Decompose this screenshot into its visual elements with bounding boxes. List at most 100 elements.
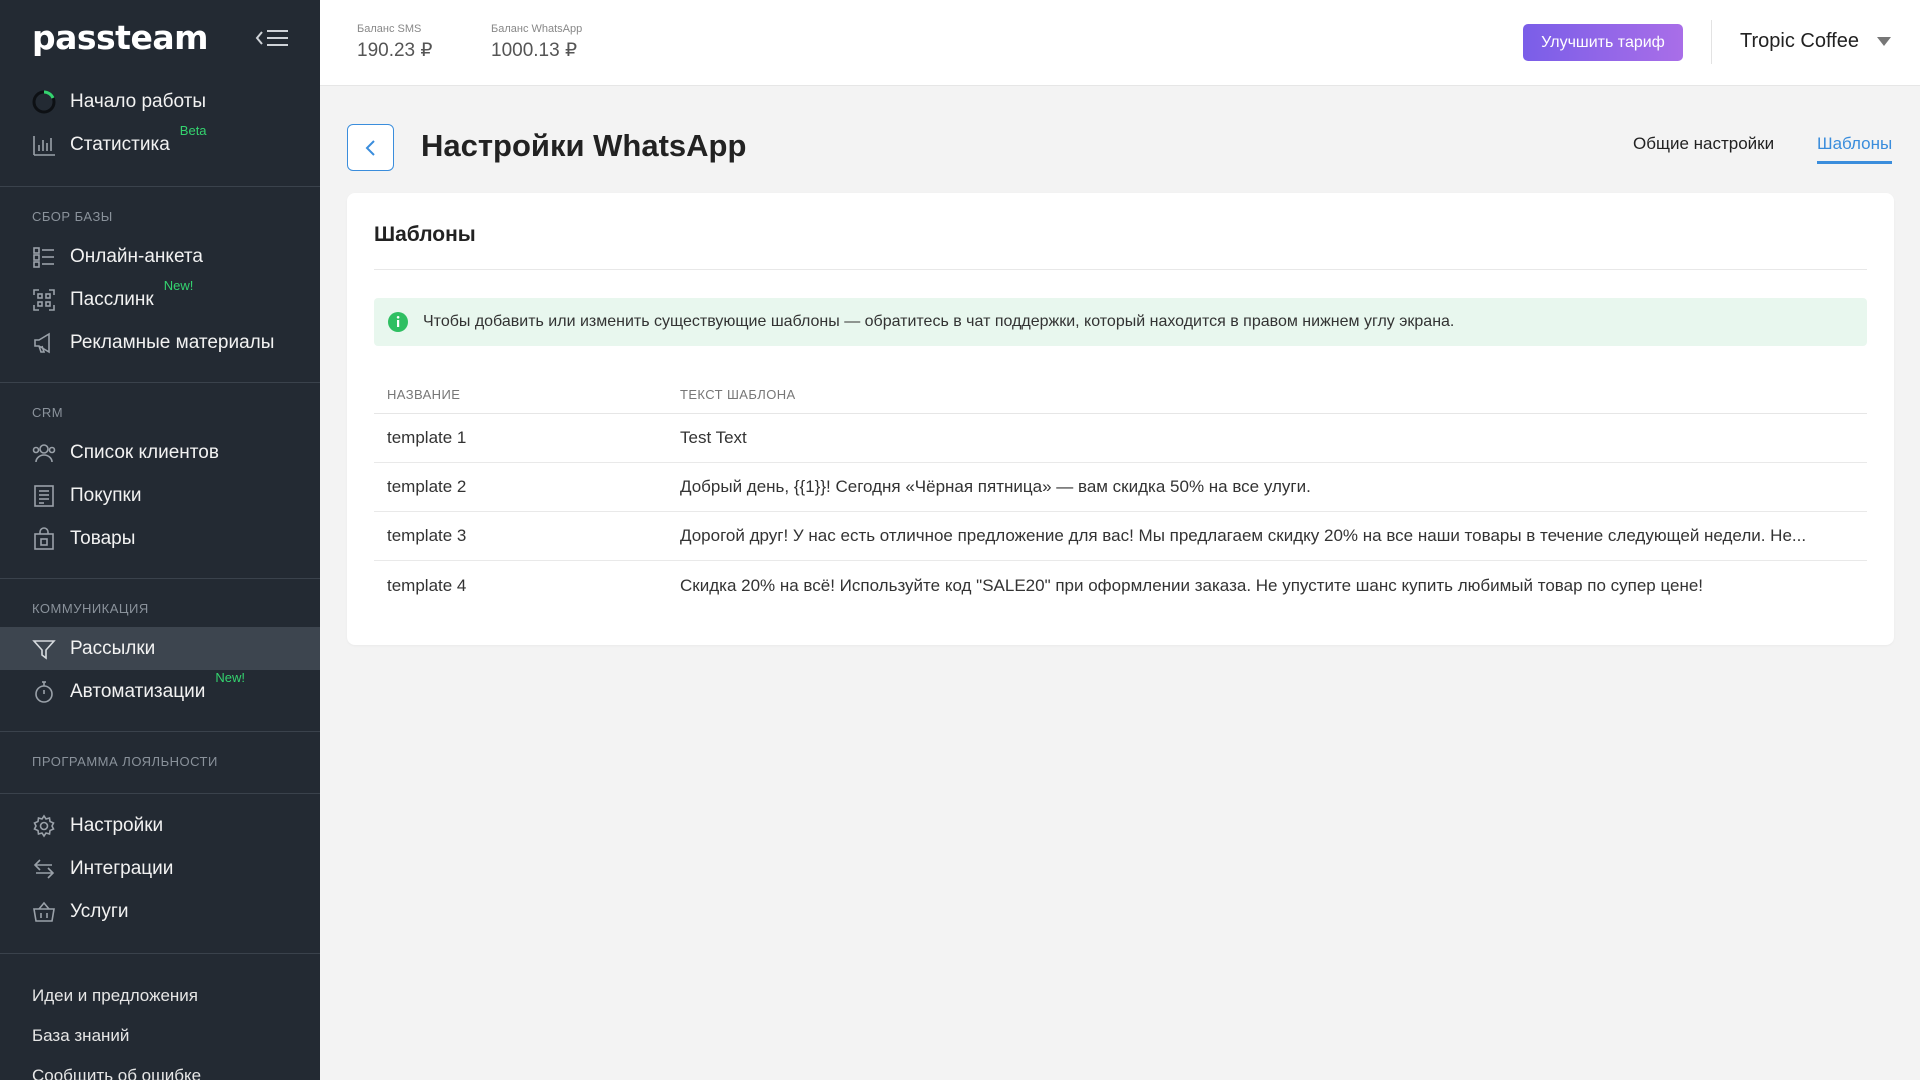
knowledge-base-link[interactable]: База знаний xyxy=(0,1016,320,1056)
sidebar-item-online-form[interactable]: Онлайн-анкета xyxy=(0,235,320,278)
company-name: Tropic Coffee xyxy=(1740,30,1859,52)
collapse-sidebar-button[interactable] xyxy=(254,24,290,52)
sidebar-item-settings[interactable]: Настройки xyxy=(0,804,320,847)
receipt-icon xyxy=(32,484,56,508)
info-icon xyxy=(388,312,408,332)
card-divider xyxy=(374,269,1867,270)
basket-icon xyxy=(32,900,56,924)
balance-sms: Баланс SMS 190.23 ₽ xyxy=(357,23,432,62)
sidebar-item-services[interactable]: Услуги xyxy=(0,890,320,933)
sidebar-item-label: Статистика xyxy=(70,133,170,155)
gear-icon xyxy=(32,814,56,838)
table-header: Название Текст шаблона xyxy=(374,376,1867,414)
arrows-exchange-icon xyxy=(32,857,56,881)
templates-table: Название Текст шаблона template 1 Test T… xyxy=(374,376,1867,610)
sidebar-item-label: Интеграции xyxy=(70,857,174,879)
sidebar-section-title: CRM xyxy=(32,405,64,420)
balance-whatsapp-value: 1000.13 ₽ xyxy=(491,40,578,61)
sidebar-section-crm: CRM Список клиентов Покупки Товары xyxy=(0,383,320,579)
sidebar-item-clients[interactable]: Список клиентов xyxy=(0,431,320,474)
sidebar-item-mailings[interactable]: Рассылки xyxy=(0,627,320,670)
sidebar-bottom-links: Идеи и предложения База знаний Сообщить … xyxy=(0,954,320,1080)
progress-ring-icon xyxy=(32,90,56,114)
template-name: template 4 xyxy=(387,575,467,595)
template-name: template 1 xyxy=(387,428,467,447)
topbar: Баланс SMS 190.23 ₽ Баланс WhatsApp 1000… xyxy=(320,0,1920,86)
template-text: Добрый день, {{1}}! Сегодня «Чёрная пятн… xyxy=(680,477,1311,496)
table-row[interactable]: template 3 Дорогой друг! У нас есть отли… xyxy=(374,512,1867,561)
sidebar-section-title: Сбор базы xyxy=(32,209,113,224)
menu-collapse-icon xyxy=(255,30,288,46)
card-title: Шаблоны xyxy=(374,223,476,246)
sidebar-item-products[interactable]: Товары xyxy=(0,517,320,560)
ideas-link[interactable]: Идеи и предложения xyxy=(0,976,320,1016)
sidebar-item-purchases[interactable]: Покупки xyxy=(0,474,320,517)
sidebar: passteam Начало работы Статистика Beta С… xyxy=(0,0,320,1080)
sidebar-item-statistics[interactable]: Статистика Beta xyxy=(0,123,320,166)
sidebar-item-label: Рекламные материалы xyxy=(70,331,275,353)
templates-card: Шаблоны Чтобы добавить или изменить суще… xyxy=(347,193,1894,645)
page-title: Настройки WhatsApp xyxy=(421,128,747,163)
sidebar-section-loyalty: Программа лояльности xyxy=(0,732,320,794)
stopwatch-icon xyxy=(32,680,56,704)
tab-general-settings[interactable]: Общие настройки xyxy=(1633,134,1774,161)
sidebar-item-label: Автоматизации xyxy=(70,680,206,702)
sidebar-item-label: Начало работы xyxy=(70,90,207,112)
info-text: Чтобы добавить или изменить существующие… xyxy=(423,313,1455,330)
report-bug-link[interactable]: Сообщить об ошибке xyxy=(0,1056,320,1080)
template-text: Скидка 20% на всё! Используйте код "SALE… xyxy=(680,575,1704,595)
sidebar-section-communication: Коммуникация Рассылки Автоматизации New! xyxy=(0,579,320,732)
form-icon xyxy=(32,245,56,269)
template-name: template 2 xyxy=(387,477,467,496)
template-text: Дорогой друг! У нас есть отличное предло… xyxy=(680,526,1807,545)
upgrade-plan-button[interactable]: Улучшить тариф xyxy=(1523,24,1683,61)
sidebar-item-label: Список клиентов xyxy=(70,441,219,463)
balance-sms-label: Баланс SMS xyxy=(357,23,422,35)
sidebar-item-label: Рассылки xyxy=(70,637,156,659)
shopping-bag-icon xyxy=(32,526,56,551)
sidebar-item-label: Пасслинк xyxy=(70,288,154,310)
logo-row: passteam xyxy=(0,0,320,80)
sidebar-item-getting-started[interactable]: Начало работы xyxy=(0,80,320,123)
info-banner: Чтобы добавить или изменить существующие… xyxy=(374,298,1867,346)
sidebar-item-label: Услуги xyxy=(70,900,129,922)
sidebar-section-top: Начало работы Статистика Beta xyxy=(0,80,320,187)
caret-down-icon xyxy=(1876,37,1891,46)
sidebar-section-title: Коммуникация xyxy=(32,601,149,616)
sidebar-item-automations[interactable]: Автоматизации New! xyxy=(0,670,320,713)
company-selector[interactable]: Tropic Coffee xyxy=(1740,30,1891,53)
sidebar-item-integrations[interactable]: Интеграции xyxy=(0,847,320,890)
send-icon xyxy=(32,637,56,661)
sidebar-section-title: Программа лояльности xyxy=(32,754,218,769)
column-header-name: Название xyxy=(387,387,461,402)
new-badge: New! xyxy=(163,278,194,293)
qr-code-icon xyxy=(32,288,56,312)
sidebar-item-label: Настройки xyxy=(70,814,164,836)
sidebar-item-label: Покупки xyxy=(70,484,142,506)
balance-whatsapp: Баланс WhatsApp 1000.13 ₽ xyxy=(491,23,582,62)
sidebar-item-label: Онлайн-анкета xyxy=(70,245,203,267)
users-icon xyxy=(32,441,56,465)
sidebar-item-passlink[interactable]: Пасслинк New! xyxy=(0,278,320,321)
sidebar-item-ad-materials[interactable]: Рекламные материалы xyxy=(0,321,320,364)
back-button[interactable] xyxy=(347,124,394,171)
sidebar-section-settings: Настройки Интеграции Услуги xyxy=(0,794,320,954)
new-badge: New! xyxy=(215,670,245,685)
beta-badge: Beta xyxy=(179,123,207,138)
topbar-divider xyxy=(1711,20,1712,64)
sidebar-item-label: Товары xyxy=(70,527,136,549)
chevron-left-icon xyxy=(365,139,375,156)
sidebar-section-data-collection: Сбор базы Онлайн-анкета Пасслинк New! Ре… xyxy=(0,187,320,383)
balance-whatsapp-label: Баланс WhatsApp xyxy=(491,23,583,35)
tab-templates[interactable]: Шаблоны xyxy=(1817,134,1893,164)
balance-sms-value: 190.23 ₽ xyxy=(357,40,433,61)
megaphone-icon xyxy=(32,331,56,355)
table-row[interactable]: template 2 Добрый день, {{1}}! Сегодня «… xyxy=(374,463,1867,512)
bar-chart-icon xyxy=(32,133,56,157)
table-row[interactable]: template 1 Test Text xyxy=(374,414,1867,463)
logo[interactable]: passteam xyxy=(32,18,209,57)
column-header-text: Текст шаблона xyxy=(680,387,796,402)
template-name: template 3 xyxy=(387,526,467,545)
table-row[interactable]: template 4 Скидка 20% на всё! Используйт… xyxy=(374,561,1867,610)
template-text: Test Text xyxy=(680,428,747,447)
